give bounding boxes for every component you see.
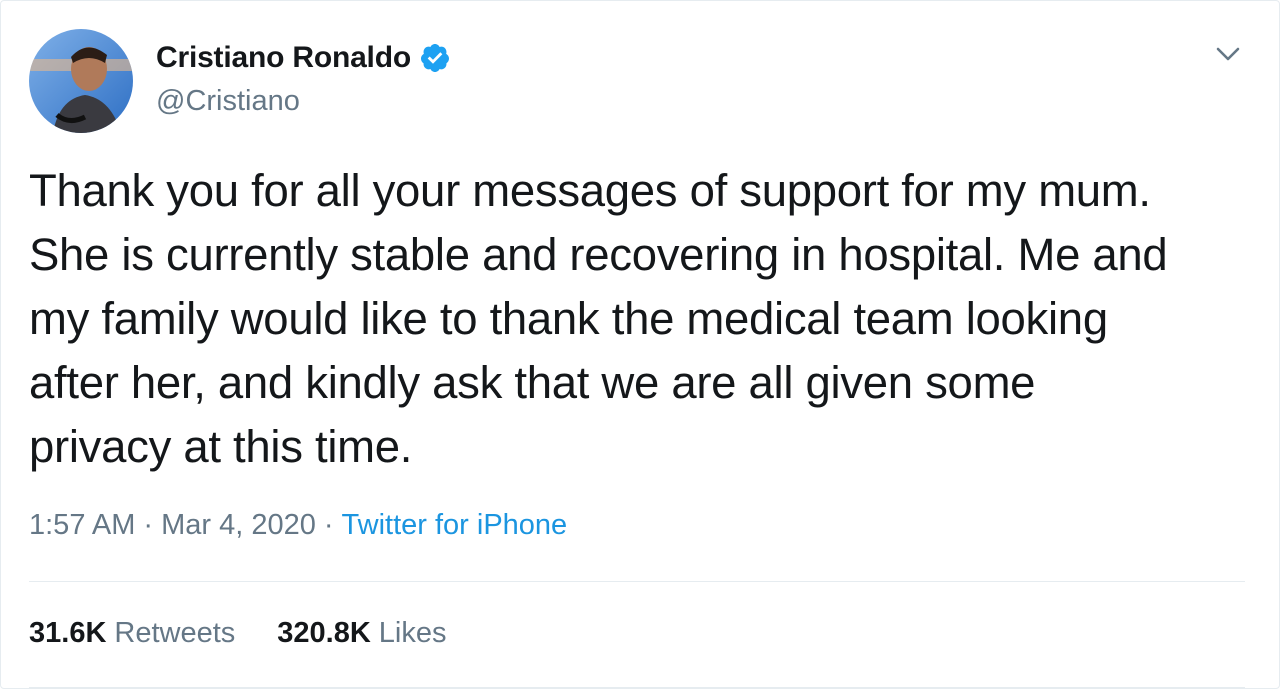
- tweet-metadata: 1:57 AM · Mar 4, 2020 · Twitter for iPhone: [29, 509, 567, 542]
- author-handle[interactable]: @Cristiano: [156, 85, 300, 118]
- tweet-time[interactable]: 1:57 AM: [29, 509, 135, 541]
- likes-label: Likes: [378, 617, 447, 649]
- likes-count: 320.8K: [277, 617, 371, 649]
- engagement-stats: 31.6K Retweets 320.8K Likes: [29, 617, 447, 650]
- tweet-source-link[interactable]: Twitter for iPhone: [342, 509, 568, 541]
- chevron-down-icon[interactable]: [1213, 39, 1243, 69]
- divider: [29, 687, 1245, 688]
- tweet-text-line: Thank you for all your messages of suppo…: [29, 165, 1151, 216]
- retweets-label: Retweets: [114, 617, 236, 649]
- meta-separator: ·: [143, 509, 154, 541]
- meta-separator: ·: [323, 509, 334, 541]
- tweet-text-line: after her, and kindly ask that we are al…: [29, 357, 1036, 408]
- tweet-date[interactable]: Mar 4, 2020: [161, 509, 316, 541]
- retweets-stat[interactable]: 31.6K Retweets: [29, 617, 235, 650]
- verified-badge-icon: [419, 42, 451, 74]
- tweet-card: Cristiano Ronaldo @Cristiano Thank you f…: [0, 0, 1280, 689]
- divider: [29, 581, 1245, 582]
- tweet-text: Thank you for all your messages of suppo…: [29, 159, 1259, 479]
- author-name[interactable]: Cristiano Ronaldo: [156, 41, 411, 75]
- tweet-text-line: privacy at this time.: [29, 421, 413, 472]
- retweets-count: 31.6K: [29, 617, 107, 649]
- likes-stat[interactable]: 320.8K Likes: [277, 617, 446, 650]
- tweet-text-line: She is currently stable and recovering i…: [29, 229, 1168, 280]
- tweet-text-line: my family would like to thank the medica…: [29, 293, 1108, 344]
- avatar[interactable]: [29, 29, 133, 133]
- author-name-row[interactable]: Cristiano Ronaldo: [156, 41, 451, 75]
